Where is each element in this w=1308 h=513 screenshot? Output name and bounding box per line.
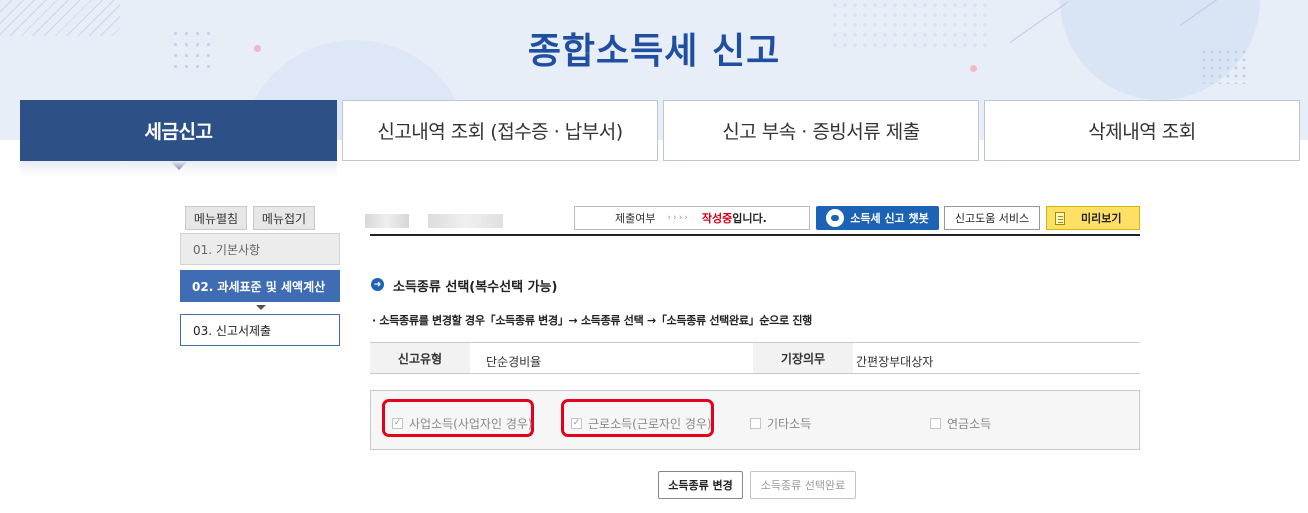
step-arrow-icon: [256, 305, 266, 310]
status-suffix: 입니다.: [732, 212, 767, 225]
filing-info-table: 신고유형 단순경비율 기장의무 간편장부대상자: [370, 342, 1140, 374]
filing-type-header: 신고유형: [370, 343, 470, 373]
submission-status: 제출여부 ›››› 작성중 입니다.: [574, 206, 810, 230]
menu-collapse-button[interactable]: 메뉴접기: [253, 206, 315, 230]
document-icon: [1055, 211, 1065, 225]
section-title: 소득종류 선택(복수선택 가능): [393, 280, 558, 295]
status-value: 작성중: [701, 212, 733, 225]
menu-expand-button[interactable]: 메뉴펼침: [185, 206, 247, 230]
checkbox-checked-icon: ✓: [571, 418, 582, 429]
complete-income-type-button[interactable]: 소득종류 선택완료: [750, 471, 856, 499]
income-type-label: 기타소득: [767, 417, 812, 431]
tab-tax-filing[interactable]: 세금신고: [20, 100, 337, 170]
income-type-earned[interactable]: ✓ 근로소득(근로자인 경우): [571, 415, 712, 432]
tab-filing-history[interactable]: 신고내역 조회 (접수증 · 납부서): [342, 100, 658, 161]
redacted-name: [365, 214, 409, 228]
tab-supporting-documents[interactable]: 신고 부속 · 증빙서류 제출: [663, 100, 979, 161]
income-type-business[interactable]: ✓ 사업소득(사업자인 경우): [392, 415, 533, 432]
tab-shadow: [20, 161, 337, 177]
income-type-label: 근로소득(근로자인 경우): [588, 417, 712, 431]
checkbox-icon: [750, 418, 761, 429]
status-label: 제출여부: [615, 212, 656, 225]
help-service-button[interactable]: 신고도움 서비스: [944, 206, 1040, 230]
preview-label: 미리보기: [1081, 212, 1122, 225]
step-basic-info[interactable]: 01. 기본사항: [180, 233, 340, 265]
income-type-pension[interactable]: 연금소득: [930, 415, 991, 432]
section-note: · 소득종류를 변경할 경우「소득종류 변경」→ 소득종류 선택 →「소득종류 …: [372, 314, 812, 327]
income-type-other[interactable]: 기타소득: [750, 415, 811, 432]
chatbot-label: 소득세 신고 챗봇: [850, 212, 929, 225]
chatbot-button[interactable]: 소득세 신고 챗봇: [816, 206, 939, 230]
checkbox-checked-icon: ✓: [392, 418, 403, 429]
bookkeeping-value: 간편장부대상자: [856, 354, 934, 369]
tab-deleted-history[interactable]: 삭제내역 조회: [984, 100, 1300, 161]
checkbox-icon: [930, 418, 941, 429]
income-type-label: 연금소득: [947, 417, 992, 431]
income-type-label: 사업소득(사업자인 경우): [409, 417, 533, 431]
divider: [370, 234, 1140, 236]
chatbot-icon: [826, 209, 845, 227]
redacted-id: [428, 214, 503, 228]
status-arrows: ››››: [667, 213, 690, 223]
filing-type-value: 단순경비율: [486, 354, 542, 369]
change-income-type-button[interactable]: 소득종류 변경: [658, 471, 743, 499]
bookkeeping-header: 기장의무: [753, 343, 853, 373]
page-title: 종합소득세 신고: [527, 31, 781, 72]
step-tax-calculation[interactable]: 02. 과세표준 및 세액계산: [180, 270, 340, 302]
main-tabs: 세금신고 신고내역 조회 (접수증 · 납부서) 신고 부속 · 증빙서류 제출…: [20, 100, 1300, 170]
arrow-right-icon: ➜: [371, 278, 384, 291]
step-submit[interactable]: 03. 신고서제출: [180, 314, 340, 346]
preview-button[interactable]: 미리보기: [1046, 206, 1140, 230]
